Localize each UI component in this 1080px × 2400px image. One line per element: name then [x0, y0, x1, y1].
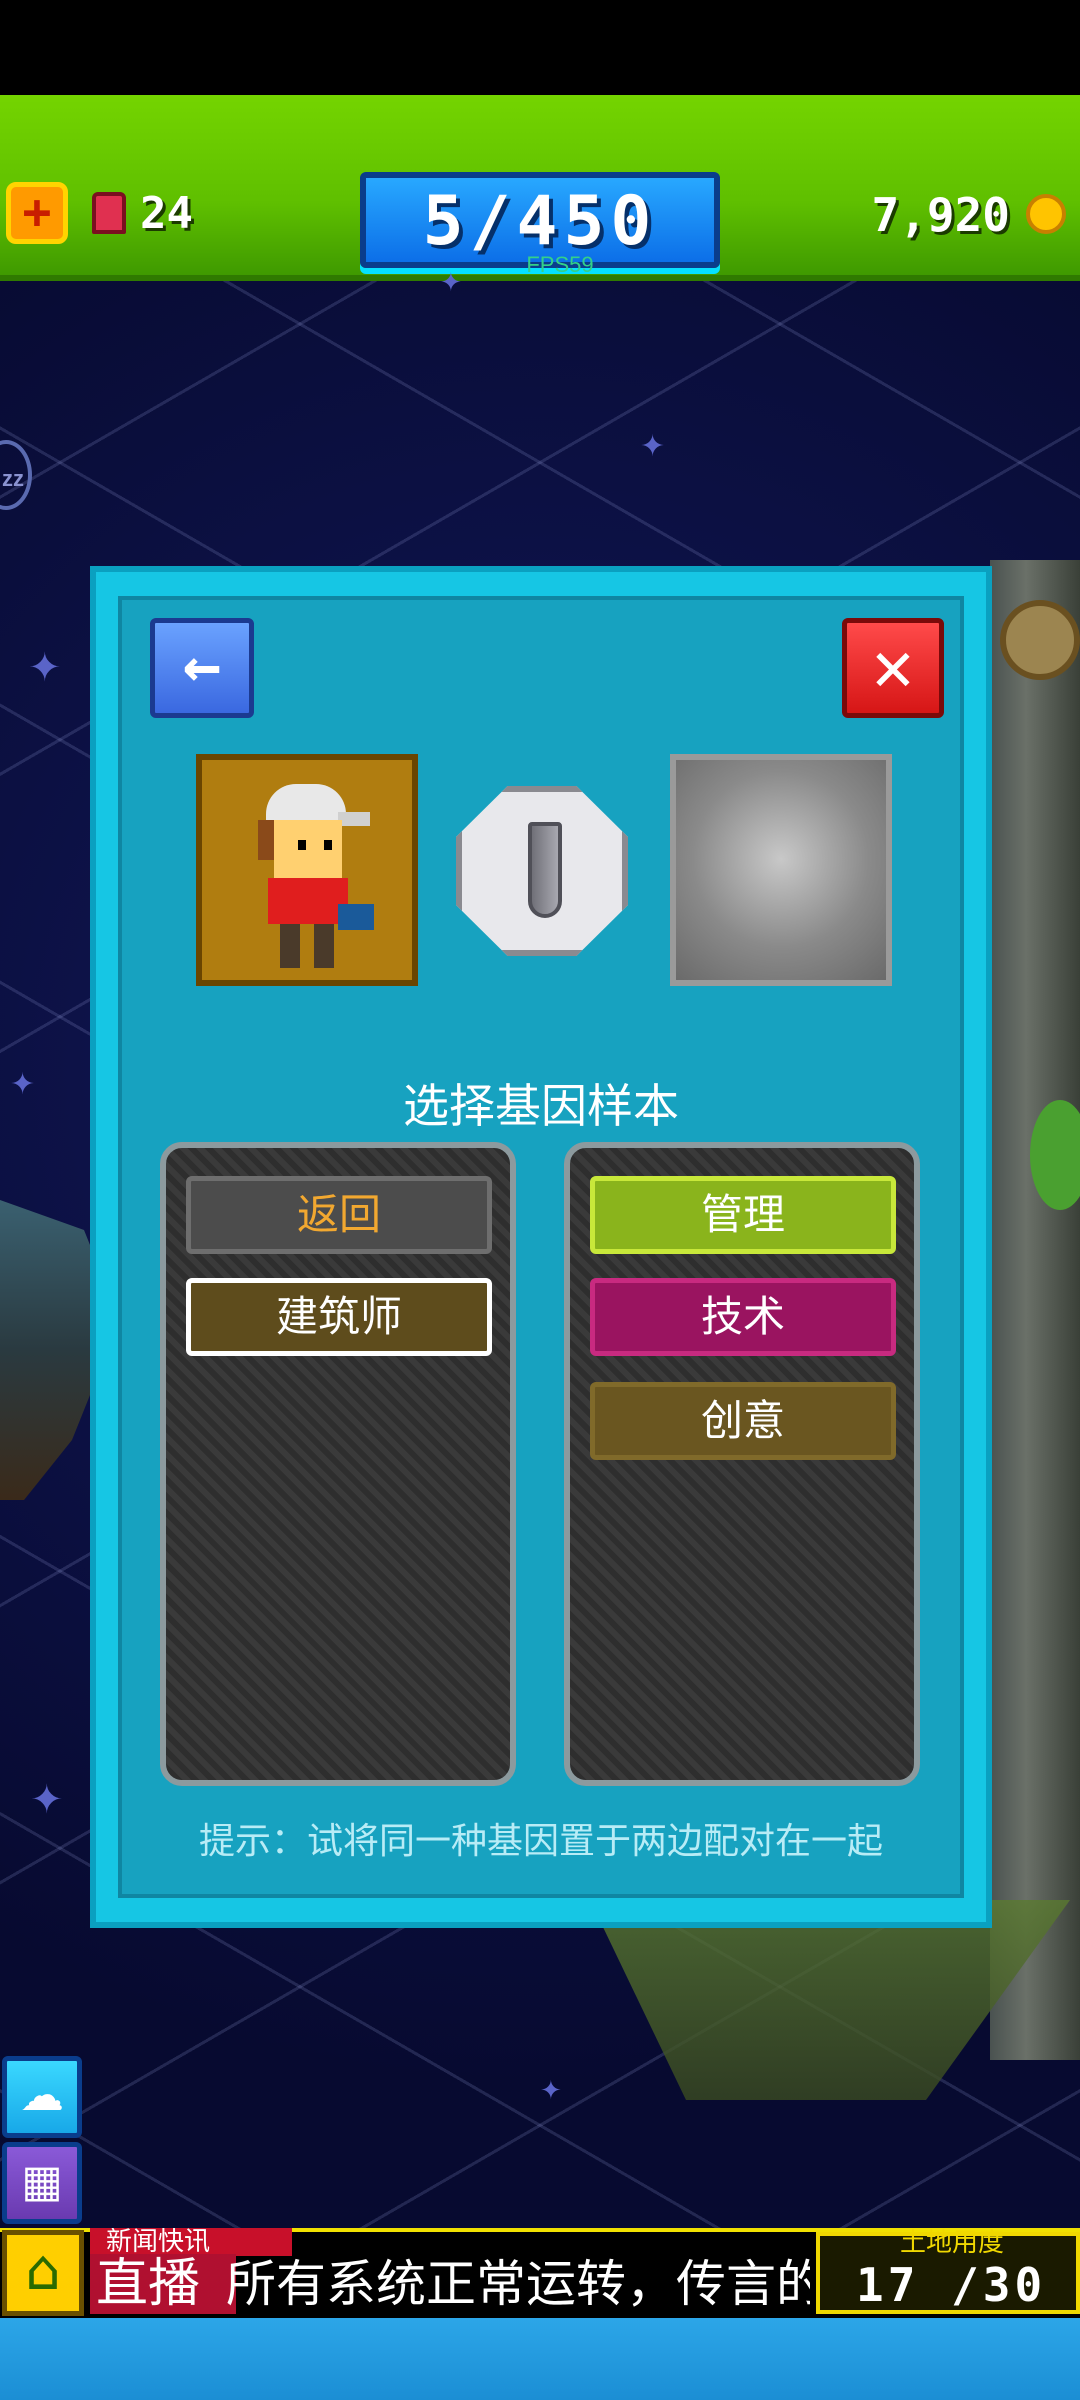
star-decoration: ✦	[28, 645, 62, 691]
eye	[298, 840, 306, 850]
avatar[interactable]	[196, 754, 418, 986]
fps-readout: FPS59	[526, 252, 594, 277]
star-decoration: ✦	[440, 268, 462, 298]
live-label: 直播	[90, 2254, 236, 2314]
star-decoration: ✦	[640, 429, 666, 464]
cap-visor	[338, 812, 370, 826]
coin-icon	[1026, 194, 1066, 234]
cap	[266, 784, 346, 824]
star-decoration: ✦	[10, 1067, 36, 1102]
right-gene-panel: 管理 技术 创意	[564, 1142, 920, 1786]
red-shirt	[268, 878, 348, 924]
land-usage-label: 土地用度	[900, 2228, 1005, 2258]
building-orrery	[1000, 600, 1080, 680]
return-button[interactable]: 返回	[186, 1176, 492, 1254]
population-value: 5/450	[422, 182, 658, 261]
calendar-icon[interactable]: ▦	[2, 2142, 82, 2224]
hint-text: 提示：试将同一种基因置于两边配对在一起	[198, 1821, 883, 1862]
medkit-icon[interactable]: +	[6, 182, 68, 244]
news-ticker: 所有系统正常运转，传言的	[226, 2255, 810, 2313]
gene-option-creative[interactable]: 创意	[590, 1382, 896, 1460]
news-flash-label: 新闻快讯	[90, 2228, 292, 2256]
toolbox	[338, 904, 374, 930]
leg	[280, 924, 300, 968]
star-decoration: ✦	[30, 1777, 64, 1823]
empty-gene-slot[interactable]	[670, 754, 892, 986]
cloud-upload-icon[interactable]: ☁	[2, 2056, 82, 2138]
ticket-icon	[92, 192, 126, 234]
dialog-title: 选择基因样本	[403, 1079, 679, 1133]
close-icon: ✕	[871, 625, 915, 707]
land-usage-value: 17 /30	[856, 2258, 1047, 2312]
home-icon[interactable]: ⌂	[2, 2230, 84, 2316]
close-button[interactable]: ✕	[842, 618, 944, 718]
test-tube-icon	[528, 822, 562, 918]
eye	[324, 840, 332, 850]
status-bar	[0, 0, 1080, 95]
ticket-count: 24	[140, 188, 193, 239]
gene-option-manage[interactable]: 管理	[590, 1176, 896, 1254]
system-nav-bar	[0, 2318, 1080, 2400]
gene-option-tech[interactable]: 技术	[590, 1278, 896, 1356]
coin-count: 7,920	[871, 188, 1010, 242]
building-right[interactable]	[990, 560, 1080, 2060]
arrow-left-icon: ←	[182, 629, 222, 703]
gene-option-architect[interactable]: 建筑师	[186, 1278, 492, 1356]
back-button[interactable]: ←	[150, 618, 254, 718]
star-decoration: ✦	[540, 2076, 562, 2106]
leg	[314, 924, 334, 968]
left-gene-panel: 返回 建筑师	[160, 1142, 516, 1786]
